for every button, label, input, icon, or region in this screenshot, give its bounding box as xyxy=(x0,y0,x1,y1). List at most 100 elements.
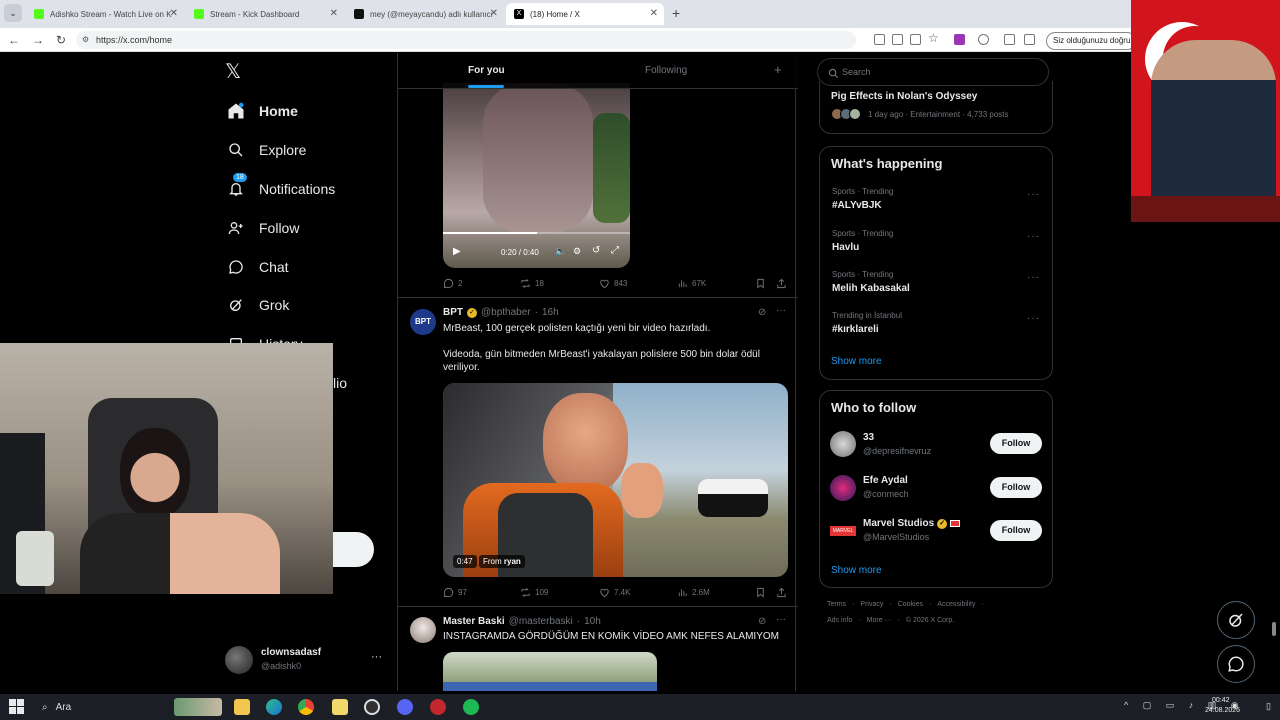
footer-link[interactable]: Cookies xyxy=(898,601,923,608)
reply-button[interactable]: 2 xyxy=(443,278,462,289)
browser-icon[interactable] xyxy=(430,699,446,715)
extension-icon[interactable] xyxy=(978,34,989,45)
tab-following[interactable]: Following xyxy=(645,65,687,76)
more-icon[interactable]: ··· xyxy=(1027,313,1040,324)
nav-notifications[interactable]: 18 Notifications xyxy=(227,173,335,201)
grok-float-button[interactable] xyxy=(1217,601,1255,639)
spotify-icon[interactable] xyxy=(463,699,479,715)
video-attribution[interactable]: From ryan xyxy=(479,555,525,568)
views-button[interactable]: 67K xyxy=(677,278,706,289)
app-install-icon[interactable] xyxy=(874,34,885,45)
footer-link[interactable]: Accessibility xyxy=(937,601,975,608)
trend-name[interactable]: Havlu xyxy=(832,242,859,253)
play-icon[interactable]: ▶ xyxy=(453,246,461,257)
x-logo-icon[interactable]: 𝕏 xyxy=(225,59,241,84)
share-icon[interactable] xyxy=(776,587,787,598)
more-icon[interactable]: ··· xyxy=(1027,189,1040,200)
new-tab-button[interactable]: + xyxy=(672,5,680,21)
back-icon[interactable]: ← xyxy=(8,33,20,47)
author-name[interactable]: BPT xyxy=(443,307,463,318)
obs-icon[interactable] xyxy=(364,699,380,715)
trend-name[interactable]: Melih Kabasakal xyxy=(832,283,910,294)
fullscreen-icon[interactable]: ⤢ xyxy=(611,245,619,256)
avatar[interactable] xyxy=(830,431,856,457)
nav-explore[interactable]: Explore xyxy=(227,138,306,162)
trend-name[interactable]: #kırklareli xyxy=(832,324,879,335)
nav-follow[interactable]: Follow xyxy=(227,216,299,240)
more-icon[interactable]: ··· xyxy=(776,305,786,316)
footer-link[interactable]: Ads info xyxy=(827,617,852,624)
account-name[interactable]: Marvel Studios ✓ xyxy=(863,518,961,529)
clock-time[interactable]: 00:42 xyxy=(1212,697,1230,704)
close-tab-icon[interactable]: ✕ xyxy=(650,8,658,19)
forward-icon[interactable]: → xyxy=(32,33,44,47)
more-icon[interactable]: ··· xyxy=(776,614,786,625)
bookmark-icon[interactable] xyxy=(755,587,766,598)
reload-icon[interactable]: ↻ xyxy=(56,33,66,47)
nav-grok[interactable]: Grok xyxy=(227,293,289,317)
tab-list-button[interactable]: ⌄ xyxy=(4,4,22,22)
post-time[interactable]: 10h xyxy=(584,616,601,627)
grok-icon[interactable]: ⊘ xyxy=(758,307,766,318)
messages-float-button[interactable] xyxy=(1217,645,1255,683)
settings-icon[interactable]: ⚙ xyxy=(573,246,581,257)
edge-icon[interactable] xyxy=(266,699,282,715)
nav-chat[interactable]: Chat xyxy=(227,255,289,279)
clock-date[interactable]: 24.08.2026 xyxy=(1205,707,1240,714)
footer-link[interactable]: More ··· xyxy=(867,617,892,624)
reader-mode-icon[interactable] xyxy=(892,34,903,45)
more-icon[interactable]: ··· xyxy=(1027,272,1040,283)
author-name[interactable]: Master Baski xyxy=(443,616,505,627)
show-more-link[interactable]: Show more xyxy=(831,356,882,367)
footer-link[interactable]: Privacy xyxy=(860,601,883,608)
avatar[interactable]: BPT xyxy=(410,309,436,335)
tab-for-you[interactable]: For you xyxy=(468,65,505,76)
more-icon[interactable]: ··· xyxy=(1027,231,1040,242)
replay-icon[interactable]: ↺ xyxy=(592,245,600,256)
taskbar-search[interactable]: ⌕ Ara xyxy=(36,698,166,716)
post-time[interactable]: 16h xyxy=(542,307,559,318)
notification-center-icon[interactable]: ▯ xyxy=(1266,701,1271,712)
chrome-icon[interactable] xyxy=(298,699,314,715)
like-button[interactable]: 7.4K xyxy=(599,587,630,598)
more-icon[interactable]: ··· xyxy=(371,651,382,663)
share-icon[interactable] xyxy=(776,278,787,289)
translate-icon[interactable] xyxy=(910,34,921,45)
avatar[interactable] xyxy=(410,617,436,643)
site-info-icon[interactable]: ⚙ xyxy=(82,31,89,49)
marvel-logo-icon[interactable]: MARVEL xyxy=(830,526,856,536)
footer-link[interactable]: Terms xyxy=(827,601,846,608)
discord-icon[interactable] xyxy=(397,699,413,715)
extensions-icon[interactable] xyxy=(1004,34,1015,45)
views-button[interactable]: 2.6M xyxy=(677,587,710,598)
author-handle[interactable]: @bpthaber xyxy=(481,307,531,318)
follow-button[interactable]: Follow xyxy=(990,477,1042,498)
nav-partial-label[interactable]: lio xyxy=(333,375,347,391)
repost-button[interactable]: 109 xyxy=(520,587,548,598)
repost-button[interactable]: 18 xyxy=(520,278,544,289)
file-explorer-icon[interactable] xyxy=(234,699,250,715)
browser-tab[interactable]: Adishko Stream - Watch Live on K ✕ xyxy=(26,3,184,25)
reply-button[interactable]: 97 xyxy=(443,587,467,598)
trend-name[interactable]: #ALYvBJK xyxy=(832,200,882,211)
follow-button[interactable]: Follow xyxy=(990,520,1042,541)
favorites-icon[interactable] xyxy=(1024,34,1035,45)
add-feed-icon[interactable]: + xyxy=(774,62,782,77)
show-more-link[interactable]: Show more xyxy=(831,565,882,576)
avatar[interactable] xyxy=(830,475,856,501)
close-tab-icon[interactable]: ✕ xyxy=(330,8,338,19)
volume-icon[interactable]: 🔈 xyxy=(555,246,566,257)
notes-icon[interactable] xyxy=(332,699,348,715)
grok-icon[interactable]: ⊘ xyxy=(758,616,766,627)
like-button[interactable]: 843 xyxy=(599,278,627,289)
browser-tab[interactable]: Stream - Kick Dashboard ✕ xyxy=(186,3,344,25)
follow-button[interactable]: Follow xyxy=(990,433,1042,454)
extension-icon[interactable] xyxy=(954,34,965,45)
nav-home[interactable]: Home xyxy=(227,99,298,123)
url-field[interactable]: ⚙ https://x.com/home xyxy=(76,31,856,49)
start-icon[interactable] xyxy=(9,699,24,714)
account-switcher[interactable]: clownsadasf @adishk0 ··· xyxy=(225,643,387,677)
account-name[interactable]: 33 xyxy=(863,432,874,443)
scrollbar-thumb[interactable] xyxy=(1272,622,1276,636)
widgets-icon[interactable] xyxy=(174,698,222,716)
